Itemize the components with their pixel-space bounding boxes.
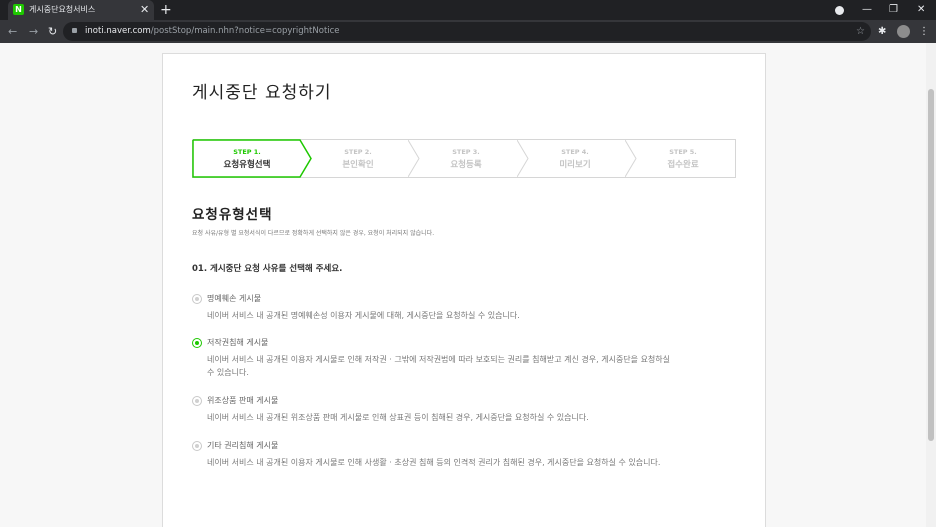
option-label[interactable]: 저작권침해 게시물 <box>207 337 268 348</box>
radio-button[interactable] <box>192 396 202 406</box>
question-heading: 01. 게시중단 요청 사유를 선택해 주세요. <box>192 264 343 274</box>
avatar[interactable] <box>897 25 910 38</box>
section-title: 요청유형선택 <box>192 207 273 223</box>
window-close-icon[interactable]: ✕ <box>917 0 925 20</box>
content-container: 게시중단 요청하기 STEP 1. 요청유형선택 STEP 2. 본인확인 ST… <box>162 53 766 527</box>
option-label[interactable]: 명예훼손 게시물 <box>207 293 261 304</box>
section-description: 요청 사유/유형 별 요청서식이 다르므로 정확하게 선택하지 않은 경우, 요… <box>192 230 435 237</box>
step-indicator: STEP 1. 요청유형선택 STEP 2. 본인확인 STEP 3. 요청등록… <box>192 139 736 178</box>
reload-icon[interactable]: ↻ <box>48 20 57 43</box>
radio-button[interactable] <box>192 294 202 304</box>
page-scrollbar[interactable] <box>926 43 936 527</box>
new-tab-icon[interactable]: + <box>160 0 172 20</box>
forward-icon[interactable]: → <box>29 20 38 43</box>
menu-dots-icon[interactable]: ⋮ <box>919 20 929 43</box>
step-chevron-icon <box>408 140 420 177</box>
option-label[interactable]: 기타 권리침해 게시물 <box>207 440 278 451</box>
step-4: STEP 4. 미리보기 <box>559 148 591 170</box>
page-viewport: 게시중단 요청하기 STEP 1. 요청유형선택 STEP 2. 본인확인 ST… <box>0 43 926 527</box>
radio-button-selected[interactable] <box>192 338 202 348</box>
scrollbar-thumb[interactable] <box>928 89 934 441</box>
step-2: STEP 2. 본인확인 <box>342 148 374 170</box>
page-title: 게시중단 요청하기 <box>192 83 332 103</box>
address-bar[interactable]: inoti.naver.com/postStop/main.nhn?notice… <box>63 22 871 41</box>
lock-icon <box>72 28 77 33</box>
browser-toolbar: ← → ↻ inoti.naver.com/postStop/main.nhn?… <box>0 20 936 43</box>
step-5: STEP 5. 접수완료 <box>667 148 699 170</box>
tab-close-icon[interactable]: ✕ <box>140 0 149 20</box>
naver-favicon-icon: N <box>13 4 24 15</box>
step-chevron-icon <box>625 140 637 177</box>
option-description: 네이버 서비스 내 공개된 위조상품 판매 게시물로 인해 상표권 등이 침해된… <box>207 413 589 422</box>
tab-title: 게시중단요청서비스 <box>29 5 96 14</box>
step-chevron-icon <box>517 140 529 177</box>
extensions-icon[interactable]: ✱ <box>878 20 886 43</box>
step-3: STEP 3. 요청등록 <box>450 148 482 170</box>
bookmark-star-icon[interactable]: ☆ <box>856 22 865 41</box>
back-icon[interactable]: ← <box>8 20 17 43</box>
option-description: 네이버 서비스 내 공개된 이용자 게시물로 인해 사생활 · 초상권 침해 등… <box>207 458 661 467</box>
option-description: 네이버 서비스 내 공개된 이용자 게시물로 인해 저작권 · 그밖에 저작권법… <box>207 355 671 377</box>
minimize-icon[interactable]: — <box>862 0 872 20</box>
option-description: 네이버 서비스 내 공개된 명예훼손성 이용자 게시물에 대해, 게시중단을 요… <box>207 311 520 320</box>
radio-button[interactable] <box>192 441 202 451</box>
profile-indicator-icon[interactable] <box>835 6 844 15</box>
browser-tab[interactable]: N 게시중단요청서비스 ✕ <box>8 0 154 20</box>
step-1: STEP 1. 요청유형선택 <box>223 148 271 170</box>
url-text[interactable]: inoti.naver.com/postStop/main.nhn?notice… <box>85 22 340 41</box>
restore-icon[interactable]: ❐ <box>889 0 898 20</box>
browser-tab-bar: N 게시중단요청서비스 ✕ + — ❐ ✕ <box>0 0 936 20</box>
option-label[interactable]: 위조상품 판매 게시물 <box>207 395 278 406</box>
